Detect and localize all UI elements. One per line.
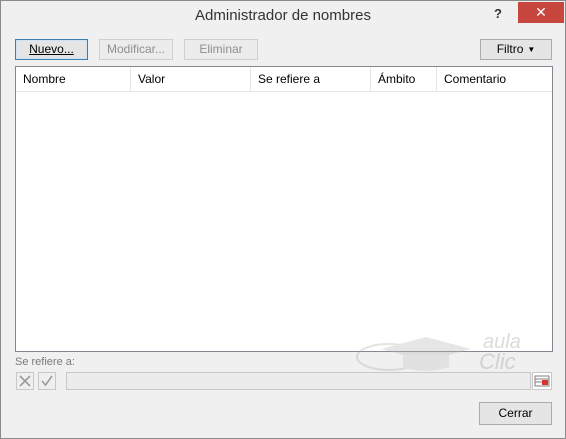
caret-down-icon: ▼ [527,45,536,54]
new-button-label: Nuevo... [29,42,74,56]
delete-button-label: Eliminar [199,42,243,56]
column-header-name[interactable]: Nombre [16,67,131,91]
graduation-cap-icon [356,337,471,371]
refers-to-input[interactable] [66,372,531,390]
title-bar: Administrador de nombres ? ✕ [1,1,565,31]
range-collapse-button[interactable] [532,372,552,390]
range-collapse-icon [534,375,550,387]
column-header-scope[interactable]: Ámbito [371,67,437,91]
x-icon [19,375,31,387]
modify-button[interactable]: Modificar... [99,39,173,60]
dialog-title: Administrador de nombres [195,7,371,24]
filter-button[interactable]: Filtro ▼ [480,39,552,60]
close-button-label: Cerrar [498,406,533,420]
column-header-value[interactable]: Valor [131,67,251,91]
column-header-refers-to[interactable]: Se refiere a [251,67,371,91]
aulaclic-watermark: aula Clic [351,329,531,374]
check-icon [41,375,53,387]
filter-button-label: Filtro [496,42,524,56]
names-list[interactable]: Nombre Valor Se refiere a Ámbito Comenta… [15,66,553,352]
new-button[interactable]: Nuevo... [15,39,88,60]
help-button[interactable]: ? [485,4,511,24]
name-manager-dialog: Administrador de nombres ? ✕ Nuevo... Mo… [0,0,566,439]
modify-button-label: Modificar... [106,42,166,56]
close-button[interactable]: Cerrar [479,402,552,425]
column-header-comment[interactable]: Comentario [437,67,552,91]
delete-button[interactable]: Eliminar [184,39,258,60]
list-header: Nombre Valor Se refiere a Ámbito Comenta… [16,67,552,92]
accept-edit-button[interactable] [38,372,56,390]
cancel-edit-button[interactable] [16,372,34,390]
close-window-button[interactable]: ✕ [518,2,564,23]
refers-to-label: Se refiere a: [15,356,75,368]
